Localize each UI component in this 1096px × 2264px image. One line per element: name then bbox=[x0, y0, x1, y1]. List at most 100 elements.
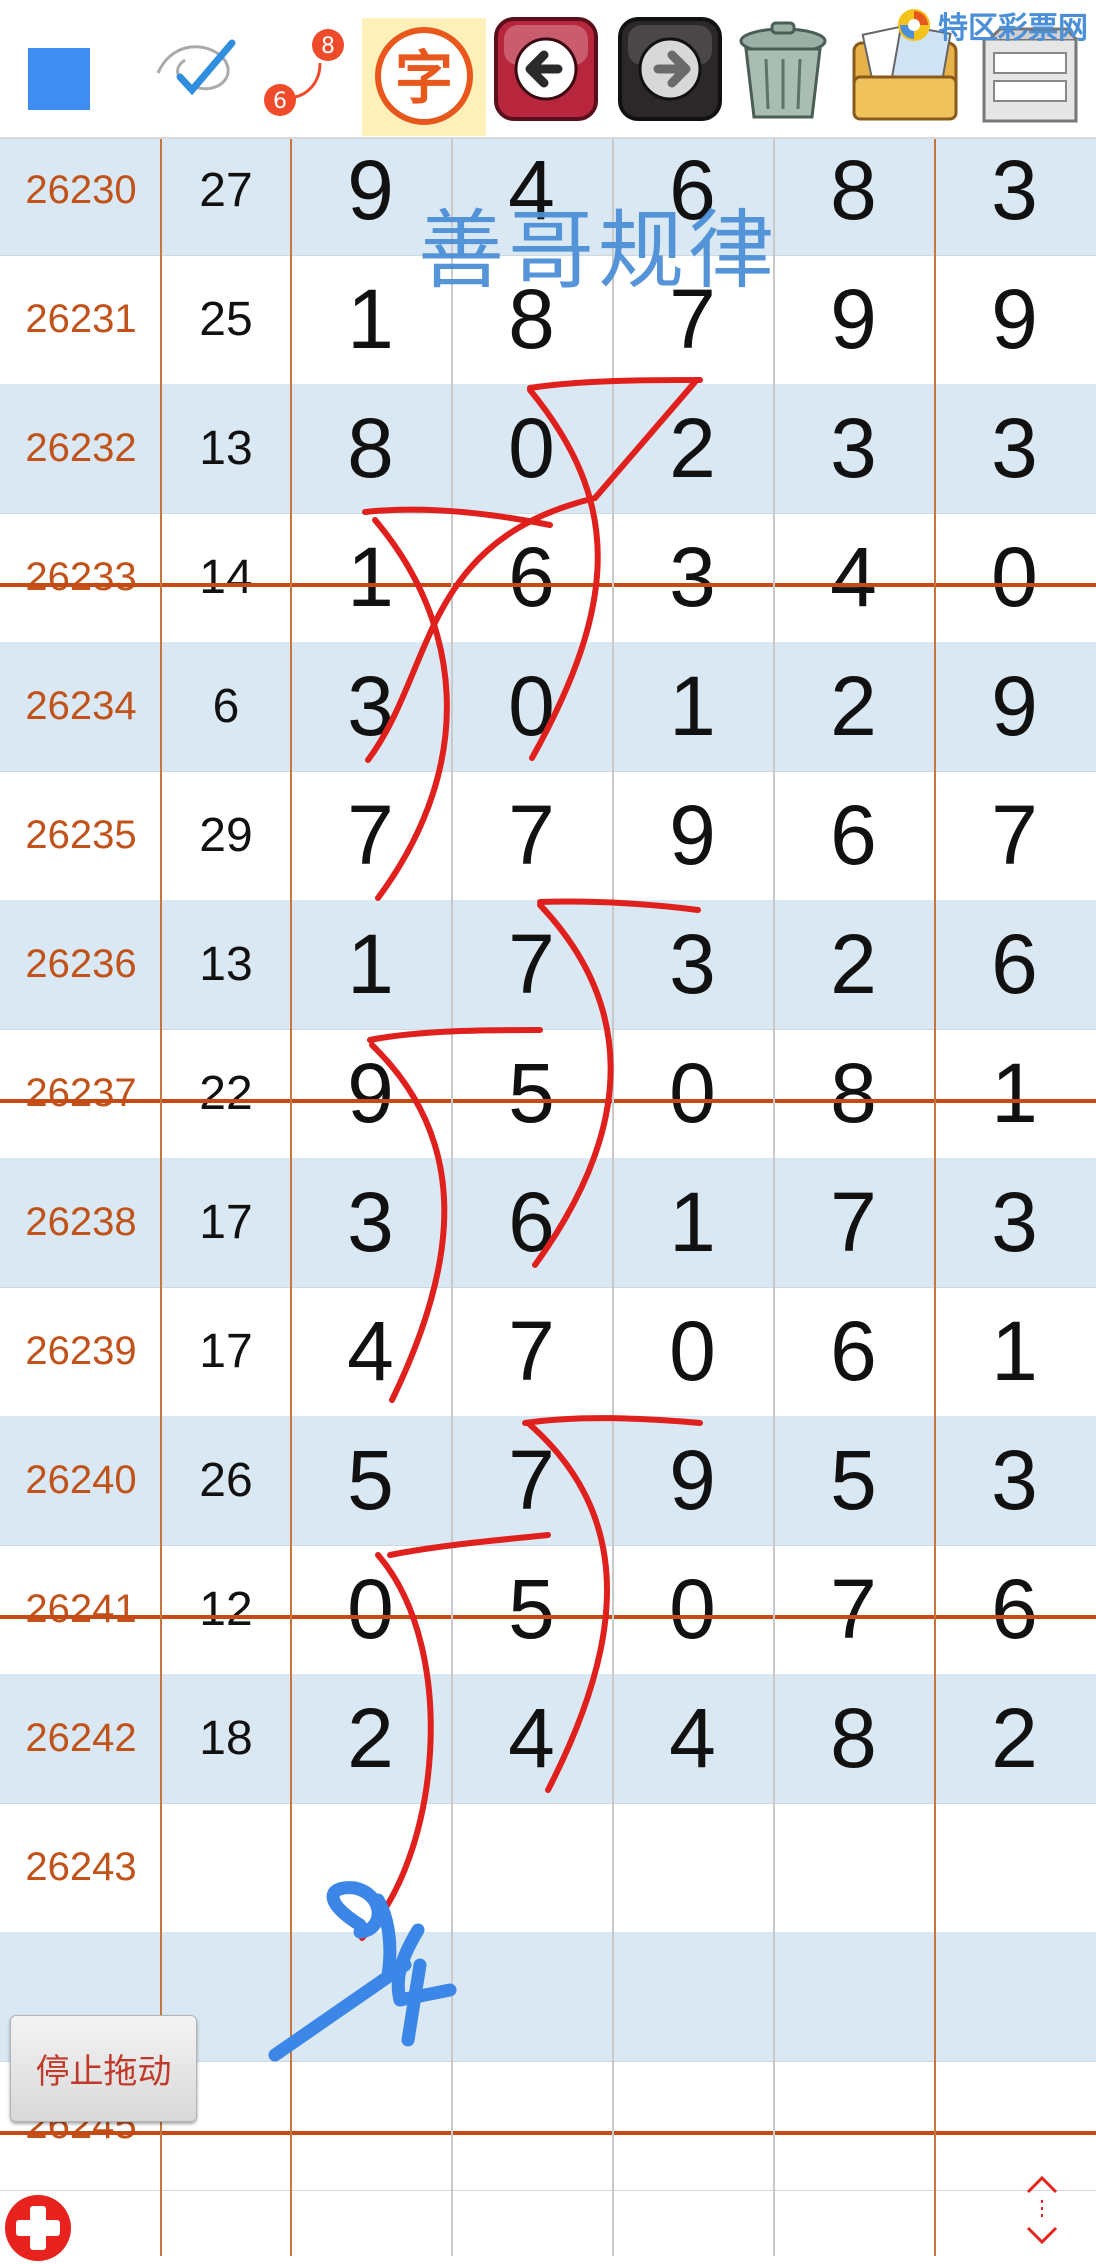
issue-number: 26241 bbox=[25, 1587, 137, 1631]
row-divider bbox=[0, 2190, 1096, 2191]
draw-digit-1: 1 bbox=[347, 917, 394, 1011]
group-separator bbox=[0, 1099, 1096, 1103]
draw-digit-5: 3 bbox=[991, 401, 1038, 495]
counter-top-value: 8 bbox=[321, 34, 335, 59]
draw-digit-1 bbox=[290, 1803, 451, 1932]
drawing-toolbar: 8 6 字 特区彩票网 bbox=[0, 0, 1096, 139]
group-separator bbox=[0, 583, 1096, 587]
digit-sum bbox=[162, 1803, 290, 1932]
table-row: 26238 17 3 6 1 7 3 bbox=[0, 1158, 1096, 1287]
draw-digit-3: 0 bbox=[669, 1304, 716, 1398]
draw-digit-2: 7 bbox=[508, 1433, 555, 1527]
issue-number: 26230 bbox=[25, 168, 137, 212]
draw-digit-3: 3 bbox=[669, 917, 716, 1011]
draw-digit-5: 2 bbox=[991, 1691, 1038, 1785]
draw-digit-1: 1 bbox=[347, 530, 394, 624]
table-row: 26236 13 1 7 3 2 6 bbox=[0, 900, 1096, 1029]
draw-digit-5: 3 bbox=[991, 1433, 1038, 1527]
column-divider bbox=[451, 137, 453, 2256]
issue-number: 26238 bbox=[25, 1200, 137, 1244]
draw-digit-2: 7 bbox=[508, 788, 555, 882]
draw-digit-1: 3 bbox=[347, 659, 394, 753]
draw-digit-4: 3 bbox=[830, 401, 877, 495]
draw-digit-1: 7 bbox=[347, 788, 394, 882]
issue-number: 26242 bbox=[25, 1716, 137, 1760]
group-separator bbox=[0, 2131, 1096, 2135]
back-arrow-icon[interactable] bbox=[490, 15, 602, 123]
draw-digit-2: 7 bbox=[508, 1304, 555, 1398]
color-swatch-square[interactable] bbox=[28, 48, 90, 110]
draw-digit-4: 6 bbox=[830, 1304, 877, 1398]
draw-digit-4: 6 bbox=[830, 788, 877, 882]
draw-digit-2 bbox=[451, 2061, 612, 2190]
draw-digit-1: 0 bbox=[347, 1562, 394, 1656]
draw-digit-4: 2 bbox=[830, 917, 877, 1011]
draw-digit-3: 2 bbox=[669, 401, 716, 495]
pen-icon[interactable] bbox=[140, 15, 250, 125]
issue-number: 26239 bbox=[25, 1329, 137, 1373]
draw-digit-1 bbox=[290, 2061, 451, 2190]
text-tool-button[interactable]: 字 bbox=[362, 18, 486, 136]
char-icon: 字 bbox=[375, 27, 473, 125]
table-row: 26233 14 1 6 3 4 0 bbox=[0, 513, 1096, 642]
table-row: 26241 12 0 5 0 7 6 bbox=[0, 1545, 1096, 1674]
digit-sum: 25 bbox=[199, 293, 253, 346]
draw-digit-1: 9 bbox=[347, 1046, 394, 1140]
stop-drag-button[interactable]: 停止拖动 bbox=[10, 2015, 197, 2122]
scroll-arrows-icon[interactable] bbox=[1018, 2170, 1066, 2250]
draw-digit-5: 7 bbox=[991, 788, 1038, 882]
draw-digit-2: 5 bbox=[508, 1562, 555, 1656]
draw-digit-2: 0 bbox=[508, 659, 555, 753]
issue-number: 26236 bbox=[25, 942, 137, 986]
table-row: 26239 17 4 7 0 6 1 bbox=[0, 1287, 1096, 1416]
issue-number: 26237 bbox=[25, 1071, 137, 1115]
draw-digit-5: 3 bbox=[991, 1175, 1038, 1269]
draw-digit-3: 0 bbox=[669, 1562, 716, 1656]
digit-sum: 13 bbox=[199, 422, 253, 475]
digit-sum: 17 bbox=[199, 1196, 253, 1249]
digit-sum: 27 bbox=[199, 164, 253, 217]
table-row: 26237 22 9 5 0 8 1 bbox=[0, 1029, 1096, 1158]
draw-digit-4 bbox=[773, 2061, 934, 2190]
draw-digit-4: 8 bbox=[830, 1046, 877, 1140]
draw-digit-4: 5 bbox=[830, 1433, 877, 1527]
forward-arrow-icon[interactable] bbox=[614, 15, 726, 123]
digit-sum: 13 bbox=[199, 938, 253, 991]
issue-number: 26233 bbox=[25, 555, 137, 599]
draw-digit-4: 4 bbox=[830, 530, 877, 624]
draw-digit-5: 9 bbox=[991, 272, 1038, 366]
draw-digit-5: 3 bbox=[991, 143, 1038, 237]
draw-digit-1 bbox=[290, 1932, 451, 2061]
draw-digit-2: 0 bbox=[508, 401, 555, 495]
digit-sum: 29 bbox=[199, 809, 253, 862]
draw-digit-5: 6 bbox=[991, 1562, 1038, 1656]
table-row: 26232 13 8 0 2 3 3 bbox=[0, 384, 1096, 513]
draw-digit-2: 7 bbox=[508, 917, 555, 1011]
column-divider bbox=[934, 137, 936, 2256]
draw-digit-3 bbox=[612, 1932, 773, 2061]
digit-sum: 17 bbox=[199, 1325, 253, 1378]
draw-digit-2: 5 bbox=[508, 1046, 555, 1140]
draw-digit-2: 6 bbox=[508, 1175, 555, 1269]
digit-sum: 6 bbox=[212, 680, 240, 733]
draw-digit-3: 4 bbox=[669, 1691, 716, 1785]
digit-sum: 26 bbox=[199, 1454, 253, 1507]
draw-digit-4: 7 bbox=[830, 1175, 877, 1269]
add-icon[interactable] bbox=[2, 2192, 74, 2264]
draw-digit-5 bbox=[934, 1803, 1095, 1932]
issue-number: 26243 bbox=[25, 1845, 137, 1889]
counter-bottom-value: 6 bbox=[273, 89, 287, 114]
digit-sum: 12 bbox=[199, 1583, 253, 1636]
draw-digit-4 bbox=[773, 1932, 934, 2061]
svg-text:字: 字 bbox=[395, 44, 453, 112]
draw-digit-5: 6 bbox=[991, 917, 1038, 1011]
issue-number: 26235 bbox=[25, 813, 137, 857]
draw-digit-3: 9 bbox=[669, 1433, 716, 1527]
draw-digit-5 bbox=[934, 1932, 1095, 2061]
group-separator bbox=[0, 1615, 1096, 1619]
trash-icon[interactable] bbox=[728, 15, 838, 125]
brand-swirl-icon bbox=[898, 9, 930, 41]
counter-icon[interactable]: 8 6 bbox=[250, 15, 350, 125]
issue-number: 26231 bbox=[25, 297, 137, 341]
draw-digit-4: 8 bbox=[830, 143, 877, 237]
